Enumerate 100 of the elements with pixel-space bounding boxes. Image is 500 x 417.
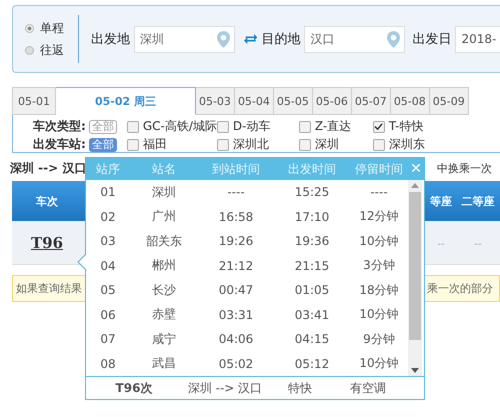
checkbox[interactable] (372, 120, 385, 132)
table-cell-text: 08 (99, 356, 117, 371)
table-cell-text: 10分钟 (358, 232, 400, 250)
checkbox[interactable] (126, 138, 139, 150)
date-tab[interactable]: 05-07 (352, 87, 391, 115)
notice-text: 如果查询结果 (16, 281, 82, 296)
input-field[interactable]: 汉口 (304, 26, 406, 52)
table-cell-text: 05 (99, 283, 117, 298)
table-cell-text: 03 (99, 234, 117, 248)
table-cell-text: 10分钟 (358, 355, 400, 372)
table-cell-text: 3分钟 (362, 257, 396, 274)
table-cell: -- (437, 238, 445, 250)
checkbox-label: D-动车 (232, 118, 270, 135)
train-type: 特快 (287, 380, 313, 396)
table-cell-text: 赤壁 (151, 306, 177, 324)
checkbox-label: Z-直达 (314, 118, 352, 135)
column-header: 车次 (35, 194, 59, 208)
table-cell-text: 广州 (151, 208, 177, 226)
scrollbar[interactable] (408, 180, 422, 376)
column-header: 停留时间 (354, 160, 404, 178)
column-header: 二等座 (460, 194, 496, 208)
table-cell-text: 02 (99, 210, 117, 224)
table-cell-text: 01 (99, 185, 117, 200)
table-cell-text: 01:05 (294, 283, 330, 298)
column-header: 出发时间 (287, 160, 337, 178)
checkbox-label: 深圳 (314, 136, 339, 153)
table-cell-text: 05:12 (294, 356, 330, 371)
checkbox[interactable] (372, 138, 385, 150)
date-tab[interactable]: 05-03 (196, 87, 235, 115)
table-cell-text: 04:15 (294, 332, 330, 346)
table-cell: -- (474, 238, 482, 250)
route-text: 深圳 --> 汉口 (186, 380, 264, 396)
table-cell-text: 04 (99, 258, 117, 273)
checkbox[interactable] (216, 138, 229, 150)
radio-label: 往返 (40, 42, 64, 58)
table-cell-text: 咸宁 (151, 330, 177, 348)
table-cell-text: 12分钟 (358, 208, 400, 226)
table-cell-text: 18分钟 (358, 282, 400, 299)
date-tab[interactable]: 05-09 (430, 87, 469, 115)
table-cell-text: 长沙 (151, 282, 177, 299)
field-label: 出发地 (90, 31, 130, 48)
table-cell-text: ---- (369, 185, 389, 200)
checkbox[interactable] (126, 120, 139, 132)
train-link[interactable]: T96 (30, 234, 64, 252)
table-cell-text: 深圳 (151, 184, 177, 201)
table-cell-text: 17:10 (294, 210, 330, 224)
table-cell-text: 9分钟 (362, 330, 396, 348)
filter-label: 出发车站: (33, 136, 86, 153)
field-label: 目的地 (261, 31, 300, 48)
checkbox-label: 福田 (142, 136, 167, 153)
route-title: 深圳 --> 汉口 (10, 160, 86, 176)
swap-icon[interactable] (244, 33, 258, 45)
table-cell-text: 00:47 (218, 283, 254, 298)
table-cell-text: 15:25 (294, 185, 330, 200)
date-tab[interactable]: 05-04 (234, 87, 274, 115)
field-label: 出发日 (412, 31, 452, 48)
column-header: 到站时间 (211, 160, 261, 178)
date-tab[interactable]: 05-01 (12, 87, 56, 115)
radio-label: 单程 (40, 20, 64, 36)
radio-button[interactable] (25, 24, 34, 32)
scroll-up-icon[interactable] (411, 183, 419, 188)
table-cell-text: 04:06 (218, 332, 254, 346)
location-pin-icon (387, 30, 400, 48)
table-cell-text: 郴州 (151, 257, 177, 274)
checkbox-label: 深圳北 (232, 136, 269, 153)
table-cell-text: 21:12 (218, 258, 254, 273)
table-cell-text: 03:31 (218, 308, 254, 322)
table-cell-text: 韶关东 (145, 232, 183, 250)
table-cell-text: 05:02 (218, 356, 254, 371)
checkbox[interactable] (298, 138, 311, 150)
checkbox[interactable] (216, 120, 229, 132)
column-header: 站序 (95, 160, 121, 178)
date-tab[interactable]: 05-08 (390, 87, 430, 115)
table-cell-text: 21:15 (294, 258, 330, 273)
table-cell-text: 武昌 (151, 355, 177, 372)
all-chip[interactable]: 全部 (88, 138, 117, 152)
column-header: 站名 (151, 160, 177, 178)
column-header: 等座 (429, 194, 453, 208)
checkbox-label: T-特快 (388, 118, 424, 135)
amenity-text: 有空调 (349, 380, 387, 396)
table-cell-text: 07 (99, 332, 117, 346)
notice-text: 乘一次的部分 (427, 281, 493, 296)
table-cell-text: 19:26 (218, 234, 254, 248)
date-field[interactable]: 2018- (455, 26, 500, 52)
transfer-note: 中换乘一次 (437, 160, 492, 176)
date-tab[interactable]: 05-02 周三 (56, 87, 196, 115)
radio-button[interactable] (25, 46, 34, 54)
checkbox-label: GC-高铁/城际 (142, 118, 217, 135)
train-number: T96次 (114, 380, 154, 396)
scroll-down-icon[interactable] (411, 368, 419, 373)
checkbox[interactable] (298, 120, 311, 132)
table-cell-text: 10分钟 (358, 306, 400, 324)
location-pin-icon (216, 30, 230, 48)
table-cell-text: ---- (226, 185, 246, 200)
date-tab[interactable]: 05-06 (312, 87, 352, 115)
table-cell-text: 06 (99, 308, 117, 322)
input-field[interactable]: 深圳 (134, 26, 235, 52)
filter-label: 车次类型: (33, 118, 86, 135)
date-tab[interactable]: 05-05 (274, 87, 313, 115)
table-cell-text: 19:36 (294, 234, 330, 248)
